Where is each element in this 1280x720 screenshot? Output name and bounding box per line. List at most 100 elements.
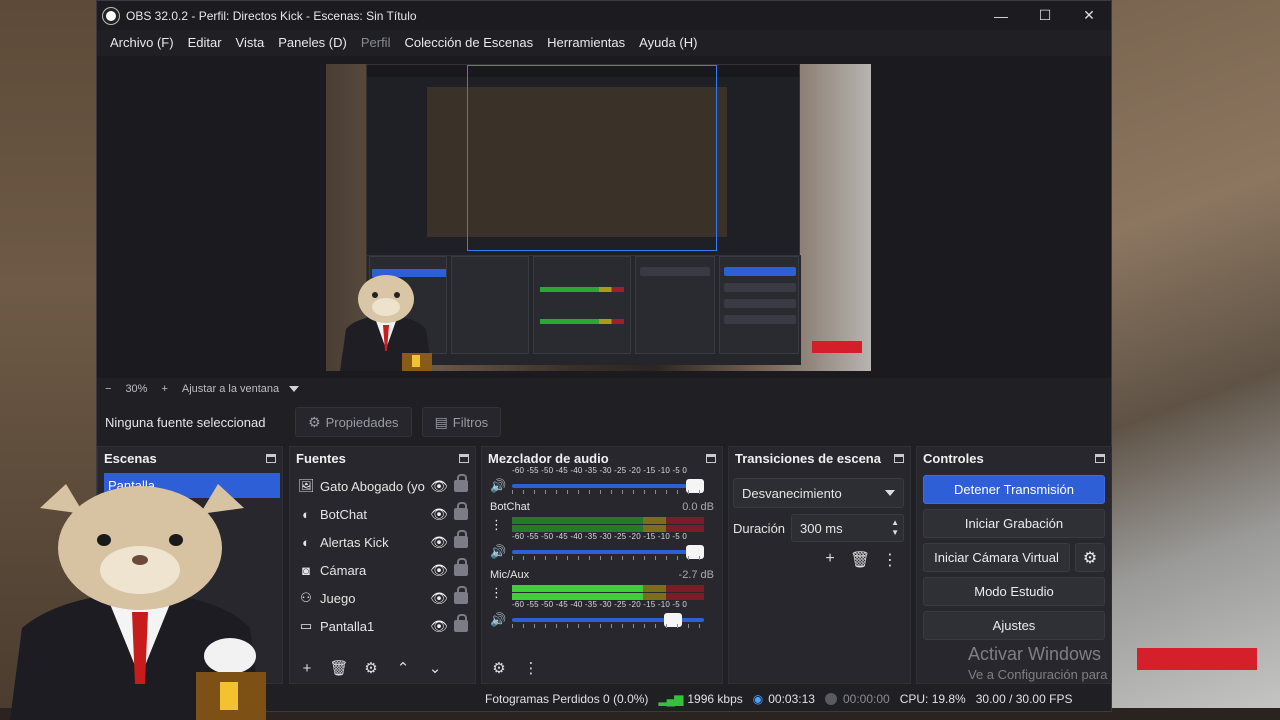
maximize-button[interactable]: ☐ xyxy=(1023,1,1067,30)
volume-slider[interactable] xyxy=(512,545,704,560)
menu-herramientas[interactable]: Herramientas xyxy=(540,35,632,50)
window-title: OBS 32.0.2 - Perfil: Directos Kick - Esc… xyxy=(126,8,417,23)
mixer-channel: -60 -55 -50 -45 -40 -35 -30 -25 -20 -15 … xyxy=(482,466,722,497)
minimize-button[interactable]: — xyxy=(979,1,1023,30)
lock-icon[interactable] xyxy=(454,614,468,632)
trash-icon[interactable]: 🗑 xyxy=(328,657,350,679)
filters-button[interactable]: ▤ Filtros xyxy=(421,407,502,437)
channel-name: Mic/Aux xyxy=(490,569,530,581)
zoom-out-button[interactable]: − xyxy=(105,383,111,395)
undock-icon[interactable] xyxy=(459,454,469,463)
menu-ayuda[interactable]: Ayuda (H) xyxy=(632,35,704,50)
chevron-down-icon[interactable]: ⌄ xyxy=(424,657,446,679)
browser-icon: ◐ xyxy=(302,534,310,550)
properties-button[interactable]: ⚙ Propiedades xyxy=(295,407,412,437)
filter-icon: ▤ xyxy=(434,413,448,430)
kebab-menu-icon[interactable]: ⋮ xyxy=(520,657,542,679)
cpu-usage: CPU: 19.8% xyxy=(899,692,966,706)
visibility-eye-icon[interactable]: 👁 xyxy=(428,562,450,579)
channel-db: 0.0 dB xyxy=(682,501,714,513)
audio-meter xyxy=(512,585,705,592)
add-icon[interactable]: + xyxy=(820,550,840,570)
dropped-frames: Fotogramas Perdidos 0 (0.0%) xyxy=(485,692,649,706)
mixer-title: Mezclador de audio xyxy=(488,451,609,466)
transition-select[interactable]: Desvanecimiento xyxy=(733,478,904,508)
sources-title: Fuentes xyxy=(296,451,346,466)
add-icon[interactable]: + xyxy=(296,657,318,679)
camera-icon: ◙ xyxy=(302,562,310,578)
menu-archivo[interactable]: Archivo (F) xyxy=(103,35,181,50)
preview-area[interactable] xyxy=(97,56,1111,378)
obs-logo-icon xyxy=(103,7,119,24)
transitions-dock: Transiciones de escena Desvanecimiento D… xyxy=(728,446,911,684)
visibility-eye-icon[interactable]: 👁 xyxy=(428,590,450,607)
preview-selection-box xyxy=(467,65,717,251)
menu-perfil[interactable]: Perfil xyxy=(354,35,398,50)
title-bar: OBS 32.0.2 - Perfil: Directos Kick - Esc… xyxy=(97,1,1111,30)
alert-overlay-badge xyxy=(1137,648,1257,670)
preview-canvas[interactable] xyxy=(326,64,871,371)
close-button[interactable]: ✕ xyxy=(1067,1,1111,30)
gear-icon[interactable]: ⚙ xyxy=(360,657,382,679)
lock-icon[interactable] xyxy=(454,530,468,548)
fit-to-window-label[interactable]: Ajustar a la ventana xyxy=(182,383,279,395)
volume-icon[interactable]: 🔊 xyxy=(490,478,508,494)
menu-paneles[interactable]: Paneles (D) xyxy=(271,35,354,50)
mixer-toolbar: ⚙ ⋮ xyxy=(488,657,542,679)
lock-icon[interactable] xyxy=(454,474,468,492)
volume-slider[interactable] xyxy=(512,479,704,494)
chevron-up-icon[interactable]: ⌃ xyxy=(392,657,414,679)
mixer-channel: Mic/Aux -2.7 dB ⋮ -60 -55 -50 -45 -40 -3… xyxy=(482,567,722,631)
settings-button[interactable]: Ajustes xyxy=(923,611,1105,640)
undock-icon[interactable] xyxy=(706,454,716,463)
scenes-title: Escenas xyxy=(104,451,157,466)
channel-db: -2.7 dB xyxy=(678,569,714,581)
preview-cat-lawyer-image xyxy=(340,275,432,371)
visibility-eye-icon[interactable]: 👁 xyxy=(428,506,450,523)
audio-mixer-dock: Mezclador de audio -60 -55 -50 -45 -40 -… xyxy=(481,446,723,684)
source-item[interactable]: ▭ Pantalla1 👁 xyxy=(290,612,475,640)
lock-icon[interactable] xyxy=(454,558,468,576)
lock-icon[interactable] xyxy=(454,586,468,604)
source-item[interactable]: ◐ Alertas Kick 👁 xyxy=(290,528,475,556)
transitions-title: Transiciones de escena xyxy=(735,451,881,466)
volume-slider[interactable] xyxy=(512,613,704,628)
browser-icon: ◐ xyxy=(302,506,310,522)
volume-icon[interactable]: 🔊 xyxy=(490,544,508,560)
meter-ticks: -60 -55 -50 -45 -40 -35 -30 -25 -20 -15 … xyxy=(512,600,688,609)
source-item[interactable]: ◙ Cámara 👁 xyxy=(290,556,475,584)
source-item[interactable]: 🖼 Gato Abogado (yo 👁 xyxy=(290,472,475,500)
start-recording-button[interactable]: Iniciar Grabación xyxy=(923,509,1105,538)
trash-icon[interactable]: 🗑 xyxy=(850,550,870,570)
menu-vista[interactable]: Vista xyxy=(229,35,272,50)
visibility-eye-icon[interactable]: 👁 xyxy=(428,618,450,635)
gamepad-icon: ⚇ xyxy=(300,590,312,605)
sources-toolbar: + 🗑 ⚙ ⌃ ⌄ xyxy=(296,657,446,679)
studio-mode-button[interactable]: Modo Estudio xyxy=(923,577,1105,606)
source-toolbar: Ninguna fuente seleccionad ⚙ Propiedades… xyxy=(97,404,1111,440)
menu-coleccion-escenas[interactable]: Colección de Escenas xyxy=(397,35,540,50)
undock-icon[interactable] xyxy=(1095,454,1105,463)
fps: 30.00 / 30.00 FPS xyxy=(975,692,1073,706)
duration-spinner[interactable]: ▲ ▼ xyxy=(891,518,899,538)
zoom-bar: − 30% + Ajustar a la ventana xyxy=(97,378,1111,400)
visibility-eye-icon[interactable]: 👁 xyxy=(428,534,450,551)
virtual-camera-settings-button[interactable]: ⚙ xyxy=(1075,543,1105,572)
start-virtual-camera-button[interactable]: Iniciar Cámara Virtual xyxy=(923,543,1070,572)
zoom-in-button[interactable]: + xyxy=(161,383,167,395)
live-icon: ◉ xyxy=(752,692,764,706)
bitrate: 1996 kbps xyxy=(687,692,743,706)
stop-streaming-button[interactable]: Detener Transmisión xyxy=(923,475,1105,504)
lock-icon[interactable] xyxy=(454,502,468,520)
kebab-menu-icon[interactable]: ⋮ xyxy=(880,550,900,570)
menu-editar[interactable]: Editar xyxy=(181,35,229,50)
advanced-audio-icon[interactable]: ⚙ xyxy=(488,657,510,679)
source-item[interactable]: ◐ BotChat 👁 xyxy=(290,500,475,528)
undock-icon[interactable] xyxy=(894,454,904,463)
visibility-eye-icon[interactable]: 👁 xyxy=(428,478,450,495)
source-item[interactable]: ⚇ Juego 👁 xyxy=(290,584,475,612)
zoom-dropdown-icon[interactable] xyxy=(289,386,300,392)
duration-field[interactable]: 300 ms ▲ ▼ xyxy=(791,514,904,542)
undock-icon[interactable] xyxy=(266,454,276,463)
volume-icon[interactable]: 🔊 xyxy=(490,612,508,628)
